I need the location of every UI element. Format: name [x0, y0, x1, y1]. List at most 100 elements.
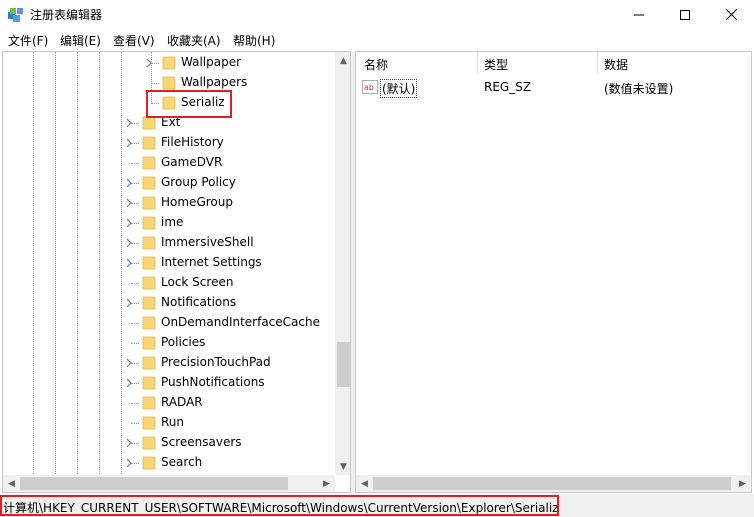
tree-scroll-thumb[interactable] — [337, 342, 350, 387]
menu-favorites[interactable]: 收藏夹(A) — [167, 32, 221, 49]
chevron-right-icon[interactable] — [125, 458, 134, 468]
list-hscroll-thumb[interactable] — [373, 477, 731, 490]
value-list[interactable]: 名称 类型 数据 ab (默认) REG_SZ (数值未设置) ◀ ▶ — [355, 51, 752, 493]
maximize-button[interactable] — [662, 0, 708, 29]
status-bar: 计算机\HKEY_CURRENT_USER\SOFTWARE\Microsoft… — [0, 494, 754, 517]
list-horizontal-scrollbar[interactable]: ◀ ▶ — [356, 475, 751, 492]
tree-item[interactable]: ImmersiveShell — [3, 233, 333, 253]
chevron-right-icon[interactable] — [125, 238, 134, 248]
folder-icon — [142, 116, 156, 130]
tree-item[interactable]: Lock Screen — [3, 273, 333, 293]
tree-item[interactable]: FileHistory — [3, 133, 333, 153]
scroll-left-icon[interactable]: ◀ — [356, 475, 373, 492]
tree-item-label: PushNotifications — [161, 375, 265, 389]
registry-tree[interactable]: Wallpaper Wallpapers Serializ Ext FileHistor… — [2, 51, 351, 493]
column-separator[interactable] — [477, 52, 478, 74]
maximize-icon — [680, 9, 690, 20]
folder-icon — [142, 356, 156, 370]
column-separator[interactable] — [597, 52, 598, 74]
folder-icon — [142, 176, 156, 190]
chevron-right-icon[interactable] — [125, 218, 134, 228]
chevron-right-icon[interactable] — [145, 58, 154, 68]
tree-connector — [131, 163, 139, 164]
folder-icon — [142, 236, 156, 250]
tree-item-label: Lock Screen — [161, 275, 234, 289]
tree-item[interactable]: Policies — [3, 333, 333, 353]
scroll-up-icon[interactable]: ▲ — [335, 52, 350, 69]
tree-item[interactable]: Internet Settings — [3, 253, 333, 273]
folder-icon — [142, 316, 156, 330]
tree-item-label: GameDVR — [161, 155, 223, 169]
tree-connector — [131, 423, 139, 424]
scroll-right-icon[interactable]: ▶ — [734, 475, 751, 492]
minimize-button[interactable] — [616, 0, 662, 29]
tree-vertical-scrollbar[interactable]: ▲ ▼ — [335, 52, 350, 475]
folder-icon — [142, 276, 156, 290]
tree-item-label: Search — [161, 455, 203, 469]
folder-icon — [142, 256, 156, 270]
tree-connector — [131, 323, 139, 324]
folder-icon — [142, 216, 156, 230]
folder-icon — [142, 336, 156, 350]
chevron-right-icon[interactable] — [125, 298, 134, 308]
scroll-left-icon[interactable]: ◀ — [3, 475, 20, 492]
tree-item-label: HomeGroup — [161, 195, 233, 209]
scroll-down-icon[interactable]: ▼ — [335, 458, 350, 475]
chevron-right-icon[interactable] — [125, 438, 134, 448]
tree-item-label: Group Policy — [161, 175, 236, 189]
value-name[interactable]: (默认) — [380, 79, 418, 98]
chevron-right-icon[interactable] — [125, 198, 134, 208]
tree-hscroll-thumb[interactable] — [20, 477, 288, 490]
column-header-name[interactable]: 名称 — [364, 56, 388, 73]
menu-view[interactable]: 查看(V) — [113, 32, 155, 49]
chevron-right-icon[interactable] — [125, 358, 134, 368]
tree-connector — [131, 403, 139, 404]
string-value-icon: ab — [362, 80, 378, 94]
chevron-right-icon[interactable] — [125, 178, 134, 188]
tree-item[interactable]: PrecisionTouchPad — [3, 353, 333, 373]
value-data: (数值未设置) — [604, 82, 674, 96]
chevron-right-icon[interactable] — [125, 258, 134, 268]
title-bar: 注册表编辑器 — [0, 0, 754, 29]
column-header-data[interactable]: 数据 — [604, 56, 628, 73]
column-header-type[interactable]: 类型 — [484, 56, 508, 73]
close-button[interactable] — [708, 0, 754, 29]
tree-item[interactable]: Search — [3, 453, 333, 473]
tree-item[interactable]: HomeGroup — [3, 193, 333, 213]
chevron-right-icon[interactable] — [125, 138, 134, 148]
folder-icon — [142, 396, 156, 410]
tree-item-label: Notifications — [161, 295, 237, 309]
chevron-right-icon[interactable] — [125, 378, 134, 388]
tree-item[interactable]: PushNotifications — [3, 373, 333, 393]
tree-item[interactable]: Run — [3, 413, 333, 433]
tree-item[interactable]: Group Policy — [3, 173, 333, 193]
value-type: REG_SZ — [484, 80, 532, 94]
tree-item-label: PrecisionTouchPad — [161, 355, 271, 369]
folder-icon — [142, 436, 156, 450]
chevron-right-icon[interactable] — [125, 118, 134, 128]
menu-edit[interactable]: 编辑(E) — [60, 32, 101, 49]
folder-icon — [162, 76, 176, 90]
tree-connector — [131, 343, 139, 344]
tree-item[interactable]: OnDemandInterfaceCache — [3, 313, 333, 333]
menu-file[interactable]: 文件(F) — [8, 32, 48, 49]
menu-bar: 文件(F) 编辑(E) 查看(V) 收藏夹(A) 帮助(H) — [0, 29, 754, 50]
folder-icon — [142, 296, 156, 310]
tree-item[interactable]: Wallpaper — [3, 53, 333, 73]
menu-help[interactable]: 帮助(H) — [233, 32, 275, 49]
tree-item[interactable]: Screensavers — [3, 433, 333, 453]
tree-horizontal-scrollbar[interactable]: ◀ ▶ — [3, 475, 335, 492]
tree-item[interactable]: GameDVR — [3, 153, 333, 173]
tree-item[interactable]: RADAR — [3, 393, 333, 413]
svg-text:ab: ab — [364, 83, 374, 92]
tree-item[interactable]: Notifications — [3, 293, 333, 313]
folder-icon — [142, 196, 156, 210]
tree-item[interactable]: ime — [3, 213, 333, 233]
selection-highlight-box — [146, 90, 232, 118]
tree-connector — [151, 83, 159, 84]
folder-icon — [142, 136, 156, 150]
scroll-right-icon[interactable]: ▶ — [318, 475, 335, 492]
tree-item-label: Wallpaper — [181, 55, 242, 69]
folder-icon — [142, 376, 156, 390]
folder-icon — [142, 156, 156, 170]
